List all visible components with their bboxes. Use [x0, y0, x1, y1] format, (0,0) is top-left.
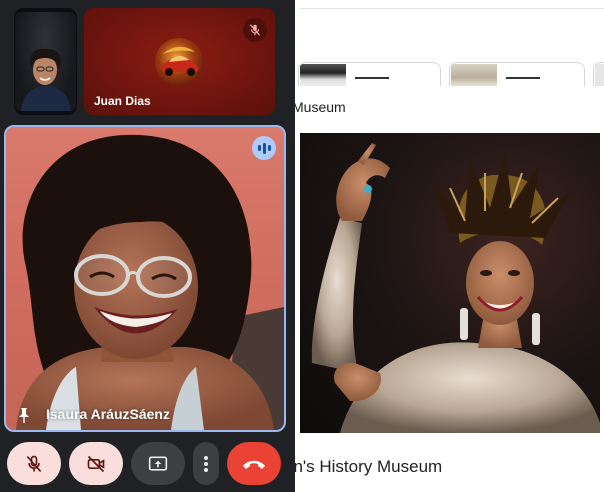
related-card[interactable]	[298, 62, 441, 86]
card-title-line	[506, 77, 540, 79]
speaking-indicator-icon	[252, 136, 276, 160]
self-video	[15, 12, 76, 111]
speaker-video	[16, 134, 284, 430]
present-screen-button[interactable]	[131, 442, 185, 485]
camera-toggle-button[interactable]	[69, 442, 123, 485]
mic-off-icon	[243, 18, 267, 42]
card-title-line	[355, 77, 389, 79]
related-card[interactable]	[593, 62, 604, 86]
participant-tile[interactable]: Juan Dias	[84, 8, 275, 115]
self-video-image	[21, 48, 71, 111]
meeting-panel: Juan Dias Isaura AráuzSáenz	[0, 0, 295, 492]
card-thumbnail	[595, 64, 604, 86]
leave-call-button[interactable]	[227, 442, 281, 485]
main-image[interactable]	[300, 133, 600, 433]
avatar	[155, 38, 203, 86]
performer-photo	[311, 143, 600, 433]
source-label: Museum	[292, 99, 346, 115]
mic-toggle-button[interactable]	[7, 442, 61, 485]
more-options-button[interactable]	[193, 442, 219, 485]
image-caption: en's History Museum	[284, 457, 443, 476]
divider	[300, 8, 604, 9]
videocam-off-icon	[87, 455, 105, 472]
car-avatar-image	[161, 46, 199, 76]
mic-off-icon	[26, 455, 42, 472]
card-thumbnail	[300, 64, 346, 86]
pin-icon[interactable]	[18, 407, 30, 423]
screen: Museum en's History Museum Juan Dias Isa…	[0, 0, 604, 492]
participant-name: Isaura AráuzSáenz	[46, 406, 170, 422]
active-speaker-tile[interactable]: Isaura AráuzSáenz	[4, 125, 286, 432]
card-thumbnail	[451, 64, 497, 86]
present-to-all-icon	[148, 456, 168, 471]
more-vert-icon	[204, 455, 208, 472]
self-view-tile[interactable]	[14, 8, 77, 115]
participant-name: Juan Dias	[94, 94, 151, 108]
call-end-icon	[243, 460, 265, 469]
related-card[interactable]	[449, 62, 585, 86]
